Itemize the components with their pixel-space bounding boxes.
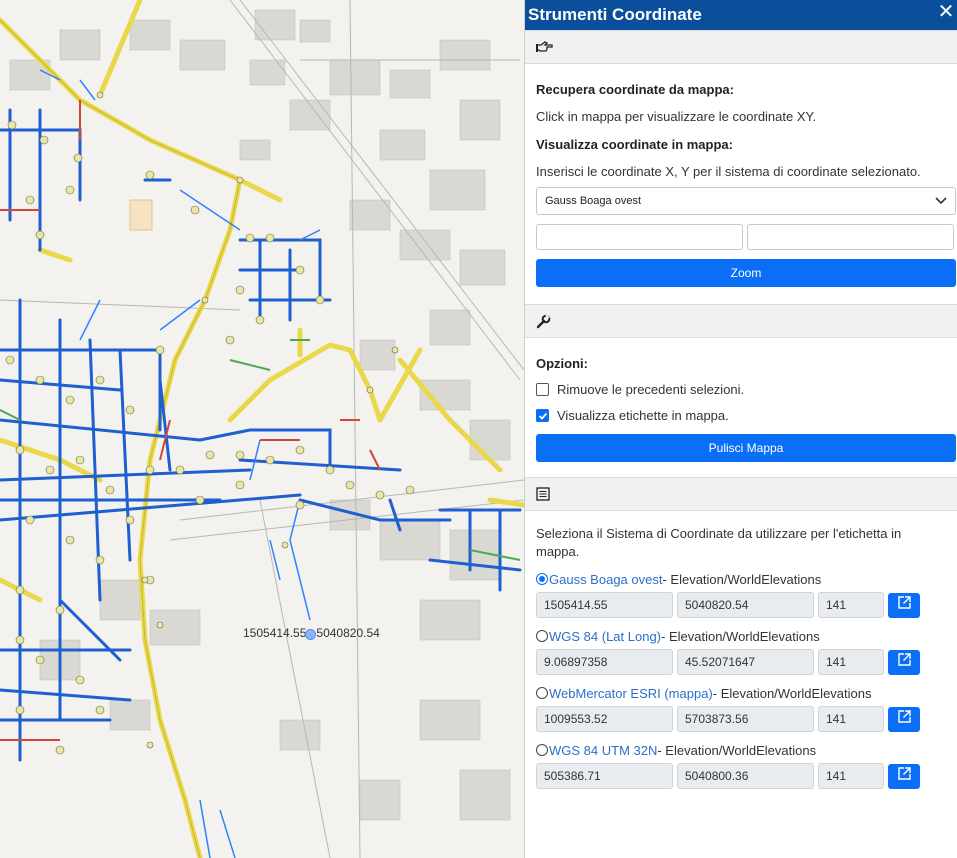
section-options-body: Opzioni: Rimuove le precedenti selezioni…: [525, 356, 957, 462]
gauss-boaga-x-field[interactable]: 1505414.55: [536, 592, 673, 618]
coordinate-tools-panel: Strumenti Coordinate ✕ Recupera coordina…: [524, 0, 957, 858]
y-coordinate-input[interactable]: [747, 224, 954, 250]
system-option-webmercator[interactable]: WebMercator ESRI (mappa) - Elevation/Wor…: [536, 684, 954, 702]
webmercator-y-field[interactable]: 5703873.56: [677, 706, 814, 732]
x-coordinate-input[interactable]: [536, 224, 743, 250]
utm32n-y-field[interactable]: 5040800.36: [677, 763, 814, 789]
wgs84-latlong-suffix: - Elevation/WorldElevations: [661, 628, 820, 644]
list-icon: [536, 487, 550, 501]
system-block-webmercator: WebMercator ESRI (mappa) - Elevation/Wor…: [536, 684, 954, 732]
systems-intro: Seleziona il Sistema di Coordinate da ut…: [536, 526, 902, 559]
system-block-utm32n: WGS 84 UTM 32N - Elevation/WorldElevatio…: [536, 741, 954, 789]
webmercator-z-field[interactable]: 141: [818, 706, 884, 732]
map-graphics: [0, 0, 524, 858]
map-canvas[interactable]: 1505414.55 , 5040820.54: [0, 0, 524, 858]
remove-selections-checkbox[interactable]: [536, 383, 549, 396]
section-retrieve-body: Recupera coordinate da mappa: Click in m…: [525, 82, 957, 287]
option-show-labels[interactable]: Visualizza etichette in mappa.: [536, 408, 954, 423]
clear-map-button[interactable]: Pulisci Mappa: [536, 434, 956, 462]
webmercator-x-field[interactable]: 1009553.52: [536, 706, 673, 732]
zoom-button[interactable]: Zoom: [536, 259, 956, 287]
show-labels-label: Visualizza etichette in mappa.: [557, 408, 729, 423]
utm32n-radio[interactable]: [536, 744, 548, 756]
webmercator-radio[interactable]: [536, 687, 548, 699]
external-link-icon: [897, 709, 912, 729]
wgs84-latlong-y-field[interactable]: 45.52071647: [677, 649, 814, 675]
system-option-wgs84-latlong[interactable]: WGS 84 (Lat Long) - Elevation/WorldEleva…: [536, 627, 954, 645]
wgs84-latlong-x-field[interactable]: 9.06897358: [536, 649, 673, 675]
pointing-hand-icon: [536, 40, 553, 54]
wgs84-latlong-open-button[interactable]: [888, 649, 920, 675]
option-remove-selections[interactable]: Rimuove le precedenti selezioni.: [536, 382, 954, 397]
utm32n-z-field[interactable]: 141: [818, 763, 884, 789]
utm32n-x-field[interactable]: 505386.71: [536, 763, 673, 789]
system-block-gauss-boaga: Gauss Boaga ovest - Elevation/WorldEleva…: [536, 570, 954, 618]
gauss-boaga-z-field[interactable]: 141: [818, 592, 884, 618]
system-block-wgs84-latlong: WGS 84 (Lat Long) - Elevation/WorldEleva…: [536, 627, 954, 675]
wrench-icon: [536, 313, 551, 329]
map-location-marker: [305, 629, 316, 640]
webmercator-link[interactable]: WebMercator ESRI (mappa): [549, 686, 713, 701]
wgs84-latlong-link[interactable]: WGS 84 (Lat Long): [549, 629, 661, 644]
wgs84-latlong-radio[interactable]: [536, 630, 548, 642]
show-title: Visualizza coordinate in mappa:: [536, 137, 733, 152]
retrieve-text: Click in mappa per visualizzare le coord…: [536, 109, 817, 124]
system-option-utm32n[interactable]: WGS 84 UTM 32N - Elevation/WorldElevatio…: [536, 741, 954, 759]
utm32n-suffix: - Elevation/WorldElevations: [657, 742, 817, 758]
gauss-boaga-open-button[interactable]: [888, 592, 920, 618]
show-labels-checkbox[interactable]: [536, 409, 549, 422]
chevron-down-icon: [935, 194, 947, 209]
gauss-boaga-link[interactable]: Gauss Boaga ovest: [549, 572, 662, 587]
external-link-icon: [897, 652, 912, 672]
gauss-boaga-y-field[interactable]: 5040820.54: [677, 592, 814, 618]
section-systems-body: Seleziona il Sistema di Coordinate da ut…: [525, 525, 957, 789]
webmercator-suffix: - Elevation/WorldElevations: [712, 685, 872, 701]
remove-selections-label: Rimuove le precedenti selezioni.: [557, 382, 745, 397]
show-text: Inserisci le coordinate X, Y per il sist…: [536, 164, 921, 179]
utm32n-open-button[interactable]: [888, 763, 920, 789]
webmercator-open-button[interactable]: [888, 706, 920, 732]
gauss-boaga-suffix: - Elevation/WorldElevations: [662, 571, 822, 587]
section-systems-header[interactable]: [525, 477, 957, 511]
external-link-icon: [897, 766, 912, 786]
retrieve-title: Recupera coordinate da mappa:: [536, 82, 734, 97]
wgs84-latlong-z-field[interactable]: 141: [818, 649, 884, 675]
section-options-header[interactable]: [525, 304, 957, 338]
gauss-boaga-radio[interactable]: [536, 573, 548, 585]
system-option-gauss-boaga[interactable]: Gauss Boaga ovest - Elevation/WorldEleva…: [536, 570, 954, 588]
close-icon[interactable]: ✕: [935, 0, 957, 26]
external-link-icon: [897, 595, 912, 615]
coordinate-system-select[interactable]: Gauss Boaga ovest: [536, 187, 956, 215]
utm32n-link[interactable]: WGS 84 UTM 32N: [549, 743, 657, 758]
options-title: Opzioni:: [536, 356, 588, 371]
panel-header: Strumenti Coordinate ✕: [525, 0, 957, 30]
panel-title: Strumenti Coordinate: [528, 5, 702, 24]
section-retrieve-header[interactable]: [525, 30, 957, 64]
coordinate-system-select-value: Gauss Boaga ovest: [545, 195, 642, 207]
